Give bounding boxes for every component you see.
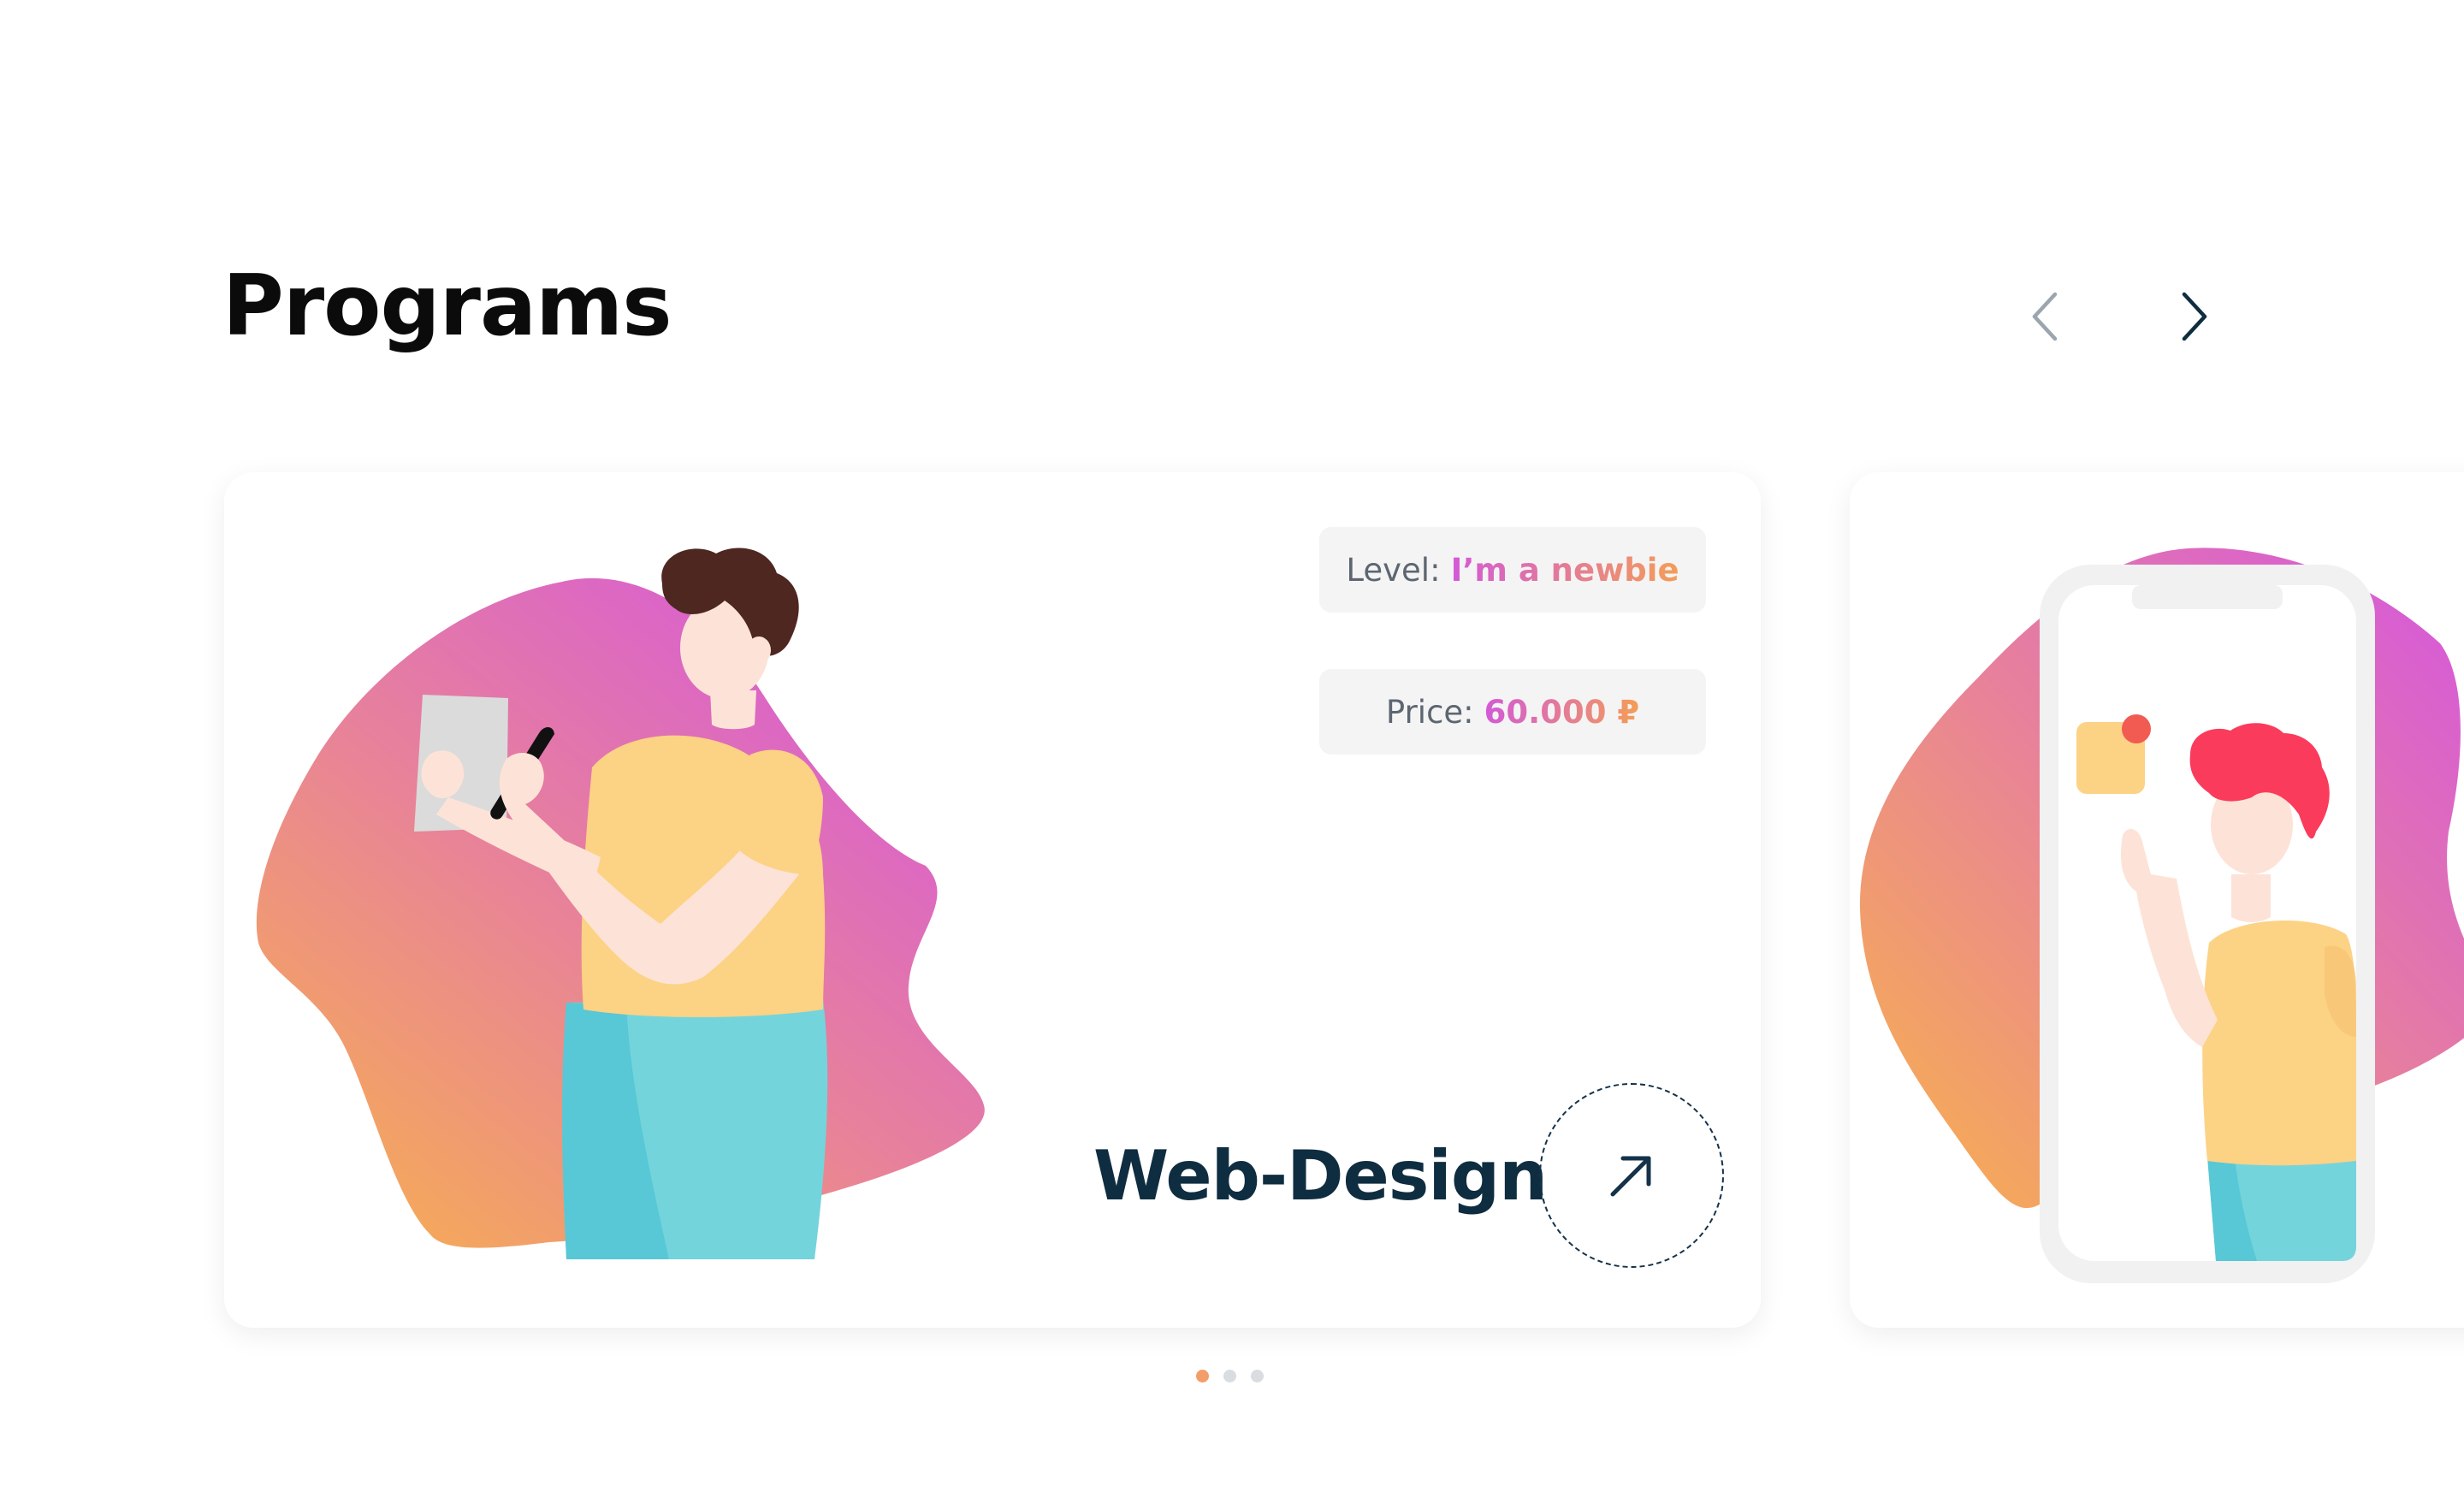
program-card-mobile-design[interactable] — [1850, 472, 2464, 1328]
chevron-left-icon — [2032, 292, 2058, 341]
carousel-pagination — [1196, 1370, 1264, 1382]
pagination-dot[interactable] — [1196, 1370, 1209, 1382]
chevron-right-icon — [2182, 292, 2207, 341]
program-title: Web-Design — [1093, 1136, 1548, 1216]
designer-illustration — [256, 548, 985, 1259]
arrow-up-right-icon — [1610, 1156, 1651, 1197]
section-title: Programs — [222, 258, 672, 355]
carousel-next-button[interactable] — [2156, 278, 2233, 355]
level-badge: Level: I’m a newbie — [1319, 527, 1706, 613]
level-value: I’m a newbie — [1450, 551, 1679, 589]
price-badge: Price: 60.000 ₽ — [1319, 669, 1706, 755]
pagination-dot[interactable] — [1223, 1370, 1236, 1382]
pagination-dot[interactable] — [1251, 1370, 1264, 1382]
mobile-illustration — [1859, 548, 2464, 1283]
program-card-web-design[interactable]: Level: I’m a newbie Price: 60.000 ₽ Web-… — [224, 472, 1761, 1328]
open-program-button[interactable] — [1539, 1083, 1724, 1268]
programs-section: Programs Level: I’m a newbie Price: 60.0… — [0, 0, 2464, 1492]
price-label: Price: — [1385, 693, 1474, 731]
level-label: Level: — [1346, 551, 1441, 589]
price-value: 60.000 ₽ — [1484, 693, 1640, 731]
carousel-prev-button[interactable] — [2006, 278, 2083, 355]
